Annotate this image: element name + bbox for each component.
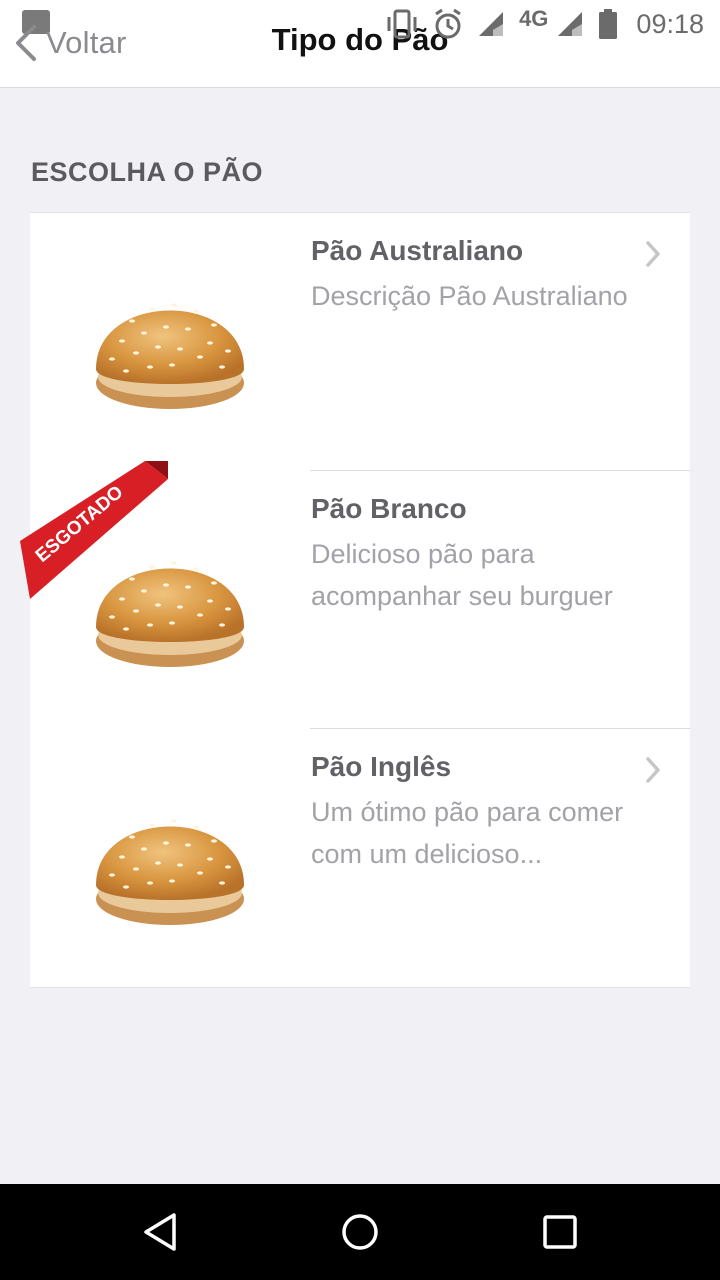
status-bar: 4G 09:18 [385, 4, 704, 44]
section-title: ESCOLHA O PÃO [31, 157, 264, 187]
top-header: Voltar Tipo do Pão 4G 09:18 [0, 0, 720, 88]
system-nav-bar [0, 1184, 720, 1280]
list-item-pao-branco: Pão Branco Delicioso pão para acompanhar… [30, 471, 690, 729]
item-title: Pão Australiano [311, 235, 524, 266]
item-title: Pão Inglês [311, 751, 452, 782]
clock: 09:18 [636, 8, 704, 39]
signal-icon [479, 12, 504, 36]
burger-bun-image [96, 303, 244, 409]
chevron-right-icon [646, 241, 660, 267]
burger-bun-image [96, 819, 244, 925]
nav-back-icon[interactable] [142, 1212, 178, 1252]
network-type: 4G [519, 6, 549, 31]
item-description: Um ótimo pão para comer com um delicioso… [311, 797, 624, 869]
burger-bun-image [96, 561, 244, 667]
battery-icon [599, 9, 618, 39]
nav-recent-apps-icon[interactable] [542, 1212, 578, 1252]
item-title: Pão Branco [311, 493, 467, 524]
list-item-pao-ingles[interactable]: Pão Inglês Um ótimo pão para comer com u… [30, 729, 690, 987]
alarm-icon [435, 8, 461, 39]
signal-icon [558, 12, 583, 36]
bread-list: Pão Australiano Descrição Pão Australian… [20, 212, 690, 988]
vibrate-icon [387, 9, 417, 39]
chevron-right-icon [646, 757, 660, 783]
item-description: Descrição Pão Australiano [311, 281, 628, 311]
item-description: Delicioso pão para acompanhar seu burgue… [311, 539, 613, 611]
list-item-pao-australiano[interactable]: Pão Australiano Descrição Pão Australian… [30, 213, 690, 471]
nav-home-icon[interactable] [340, 1212, 380, 1252]
